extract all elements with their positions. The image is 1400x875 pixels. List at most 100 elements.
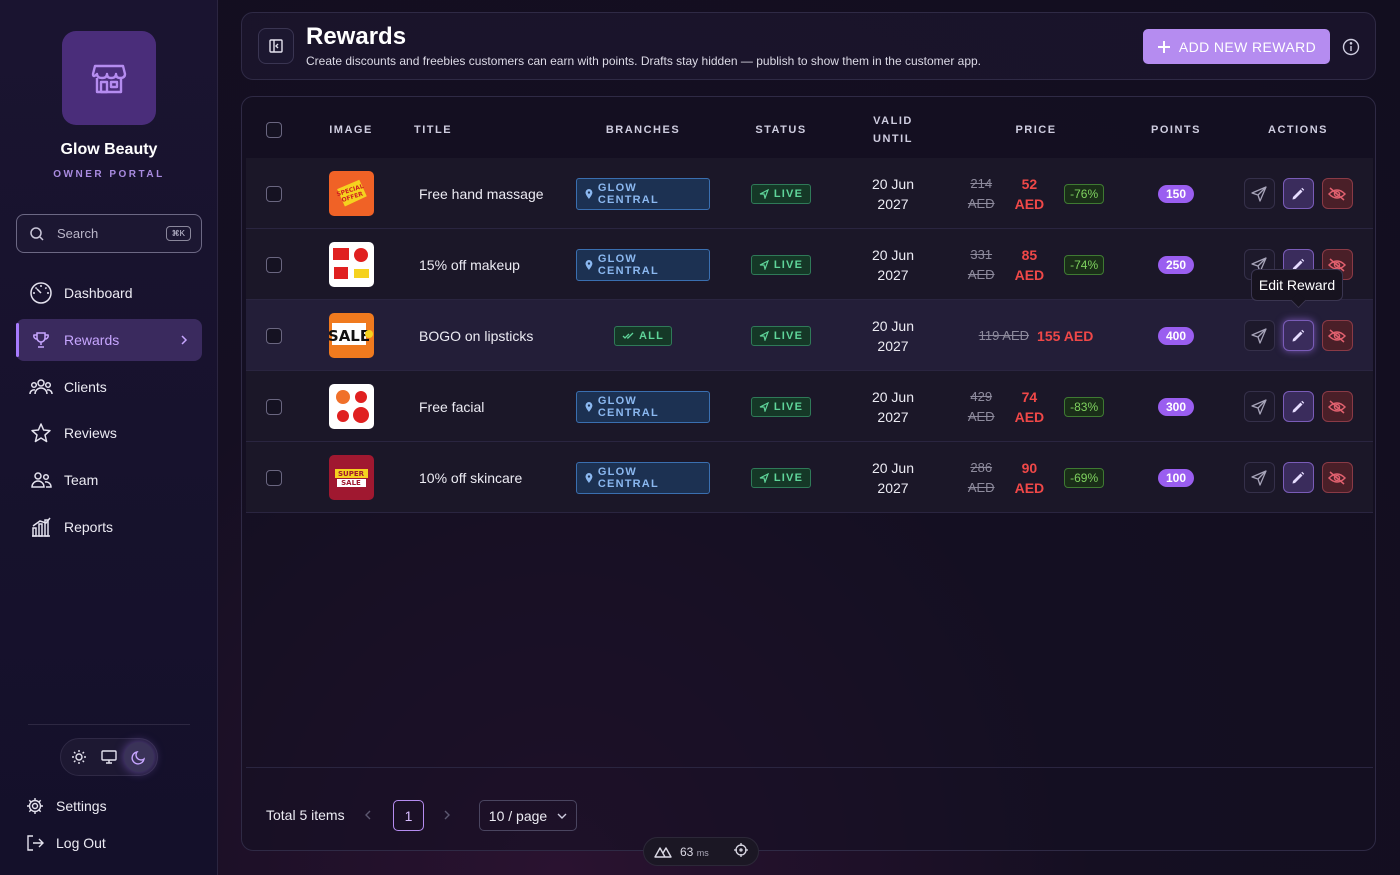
settings-label: Settings	[56, 798, 107, 814]
pencil-icon	[1292, 329, 1305, 341]
store-logo[interactable]	[62, 31, 156, 125]
price-cell: 331 AED 85 AED -74%	[962, 229, 1110, 300]
sale-price: 90 AED	[1014, 459, 1045, 496]
valid-date: 20 Jun	[871, 459, 915, 476]
row-checkbox[interactable]	[266, 469, 282, 486]
add-button-label: ADD NEW REWARD	[1178, 38, 1317, 55]
theme-switcher	[60, 738, 158, 776]
info-icon	[1342, 38, 1360, 56]
page-size-select[interactable]: 10 / page	[479, 800, 577, 831]
eye-off-icon	[1328, 186, 1346, 201]
chevron-right-icon	[180, 332, 188, 348]
nuxt-logo-icon[interactable]	[654, 846, 672, 858]
status-badge: LIVE	[750, 325, 812, 346]
trophy-icon	[28, 327, 54, 353]
nav-item-reports[interactable]: Reports	[16, 506, 202, 548]
table-row[interactable]: SALE BOGO on lipsticks ALL LIVE 20 Jun 20…	[246, 300, 1373, 371]
points-badge: 300	[1157, 397, 1195, 416]
valid-date: 20 Jun	[871, 388, 915, 405]
edit-button[interactable]	[1282, 178, 1314, 209]
hide-button[interactable]	[1321, 178, 1353, 209]
row-checkbox[interactable]	[266, 327, 282, 344]
pencil-icon	[1292, 187, 1305, 199]
send-icon	[759, 188, 769, 199]
row-select-cell	[246, 442, 302, 513]
branch-badge: GLOW CENTRAL	[576, 248, 710, 281]
publish-button[interactable]	[1243, 462, 1275, 493]
hide-button[interactable]	[1321, 462, 1353, 493]
col-status: STATUS	[755, 123, 807, 136]
edit-button[interactable]	[1282, 391, 1314, 422]
valid-until-cell: 20 Jun 2027	[848, 442, 938, 513]
theme-system-button[interactable]	[94, 742, 124, 772]
publish-button[interactable]	[1243, 178, 1275, 209]
row-checkbox[interactable]	[266, 185, 282, 202]
status-badge: LIVE	[750, 467, 812, 488]
inspect-button[interactable]	[734, 843, 748, 860]
theme-light-button[interactable]	[64, 742, 94, 772]
send-icon	[759, 330, 769, 341]
row-checkbox[interactable]	[266, 398, 282, 415]
row-checkbox[interactable]	[266, 256, 282, 273]
image-cell: SALE	[306, 300, 396, 371]
branch-badge: GLOW CENTRAL	[576, 177, 710, 210]
nav-item-clients[interactable]: Clients	[16, 366, 202, 408]
location-pin-icon	[585, 472, 593, 483]
edit-reward-tooltip: Edit Reward	[1251, 269, 1343, 301]
reward-image[interactable]: SUPER SALE	[328, 455, 374, 500]
footer-divider	[246, 767, 1373, 768]
settings-link[interactable]: Settings	[24, 797, 107, 815]
sidebar-toggle-button[interactable]	[258, 28, 294, 64]
col-branches: BRANCHES	[605, 123, 681, 136]
edit-button[interactable]	[1282, 462, 1314, 493]
edit-button[interactable]	[1282, 320, 1314, 351]
branch-badge: ALL	[614, 325, 672, 346]
points-badge: 250	[1157, 255, 1195, 274]
reward-image[interactable]: SPECIAL OFFER	[328, 171, 374, 216]
send-icon	[759, 259, 769, 270]
hide-button[interactable]	[1321, 391, 1353, 422]
chart-icon	[28, 514, 54, 540]
actions-cell	[1238, 442, 1358, 513]
table-row[interactable]: 15% off makeup GLOW CENTRAL LIVE 20 Jun 2…	[246, 229, 1373, 300]
users-icon	[28, 374, 54, 400]
info-button[interactable]	[1341, 37, 1361, 57]
discount-badge: -76%	[1064, 183, 1105, 204]
nav-item-dashboard[interactable]: Dashboard	[16, 272, 202, 314]
reward-image[interactable]: SALE	[328, 313, 374, 358]
status-cell: LIVE	[736, 229, 826, 300]
theme-dark-button[interactable]	[124, 742, 154, 772]
sale-price: 74 AED	[1014, 388, 1045, 425]
actions-cell	[1238, 158, 1358, 229]
prev-page-button[interactable]	[364, 808, 372, 824]
publish-button[interactable]	[1243, 391, 1275, 422]
logout-link[interactable]: Log Out	[24, 834, 106, 852]
points-badge: 100	[1157, 468, 1195, 487]
sidebar-panel-icon	[269, 39, 283, 53]
nav-label: Reports	[64, 519, 114, 535]
nav-item-rewards[interactable]: Rewards	[16, 319, 202, 361]
publish-button[interactable]	[1243, 320, 1275, 351]
chevron-down-icon	[557, 813, 567, 819]
table-row[interactable]: SUPER SALE 10% off skincare GLOW CENTRAL …	[246, 442, 1373, 513]
reward-image[interactable]	[328, 384, 374, 429]
actions-cell	[1238, 300, 1358, 371]
points-badge: 150	[1157, 184, 1195, 203]
svg-text:SUPER: SUPER	[337, 470, 364, 478]
nav-item-reviews[interactable]: Reviews	[16, 412, 202, 454]
add-new-reward-button[interactable]: ADD NEW REWARD	[1143, 29, 1330, 64]
search-input[interactable]: Search ⌘K	[16, 214, 202, 253]
reward-image[interactable]	[328, 242, 374, 287]
table-row[interactable]: Free facial GLOW CENTRAL LIVE 20 Jun 2027…	[246, 371, 1373, 442]
page-1-button[interactable]: 1	[393, 800, 424, 831]
sun-icon	[72, 750, 86, 764]
image-cell	[306, 229, 396, 300]
nav-item-team[interactable]: Team	[16, 459, 202, 501]
next-page-button[interactable]	[443, 808, 451, 824]
table-row[interactable]: SPECIAL OFFER Free hand massage GLOW CENT…	[246, 158, 1373, 229]
branches-cell: GLOW CENTRAL	[576, 158, 710, 229]
search-placeholder: Search	[57, 226, 99, 241]
select-all-checkbox[interactable]	[266, 121, 282, 138]
hide-button[interactable]	[1321, 320, 1353, 351]
original-price: 429 AED	[967, 388, 995, 424]
